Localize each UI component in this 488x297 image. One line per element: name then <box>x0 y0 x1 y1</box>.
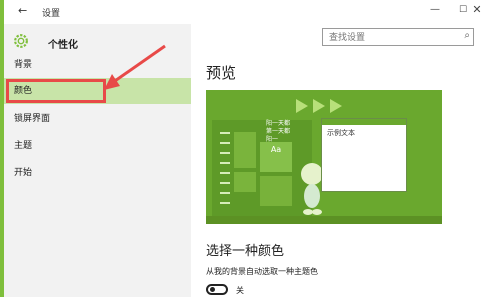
annotation-highlight-box <box>6 79 106 103</box>
preview-heading: 预览 <box>206 64 237 82</box>
theme-preview: Aa 阳一天都 第一天都 阳一 示例文本 <box>206 90 442 224</box>
preview-arrows <box>296 98 347 117</box>
choose-color-heading: 选择一种颜色 <box>206 244 285 259</box>
sidebar-header: 个性化 <box>12 32 182 52</box>
sidebar-item-themes[interactable]: 主题 <box>4 133 191 159</box>
maximize-button[interactable]: ☐ <box>456 5 470 15</box>
preview-sample-window: 示例文本 <box>321 118 407 192</box>
minimize-button[interactable]: — <box>428 4 442 15</box>
search-box[interactable]: ⌕ <box>322 28 474 46</box>
sidebar-item-background[interactable]: 背景 <box>4 52 191 78</box>
sidebar-item-lock-screen[interactable]: 锁屏界面 <box>4 106 191 132</box>
close-button[interactable]: ✕ <box>470 3 484 16</box>
preview-taskbar <box>206 216 442 224</box>
preview-arrow-icon <box>313 99 325 113</box>
auto-pick-toggle[interactable] <box>206 284 228 295</box>
settings-window: ← 设置 — ☐ ✕ 个性化 背景 颜色 锁屏界面 主题 开始 查找设置 ⌕ 预… <box>0 0 488 297</box>
search-icon[interactable]: ⌕ <box>464 30 470 41</box>
sidebar-item-start[interactable]: 开始 <box>4 160 191 186</box>
window-title: 设置 <box>42 9 61 19</box>
preview-tile: Aa <box>260 142 292 172</box>
toggle-knob <box>210 287 215 292</box>
sidebar-item-label: 背景 <box>14 60 33 70</box>
sidebar-item-label: 主题 <box>14 141 33 151</box>
search-input[interactable] <box>327 31 461 45</box>
toggle-state-label: 关 <box>236 286 244 295</box>
auto-pick-label: 从我的背景自动选取一种主题色 <box>206 267 318 276</box>
title-bar: ← 设置 — ☐ ✕ <box>4 0 488 24</box>
preview-sample-text: 示例文本 <box>327 129 355 137</box>
back-arrow-icon[interactable]: ← <box>18 4 27 17</box>
gear-icon <box>14 34 28 48</box>
sidebar-item-label: 锁屏界面 <box>14 114 51 124</box>
preview-arrow-icon <box>330 99 342 113</box>
sidebar: 个性化 背景 颜色 锁屏界面 主题 开始 <box>4 24 191 297</box>
sidebar-item-label: 开始 <box>14 168 33 178</box>
preview-arrow-icon <box>296 99 308 113</box>
sidebar-title: 个性化 <box>48 40 78 51</box>
